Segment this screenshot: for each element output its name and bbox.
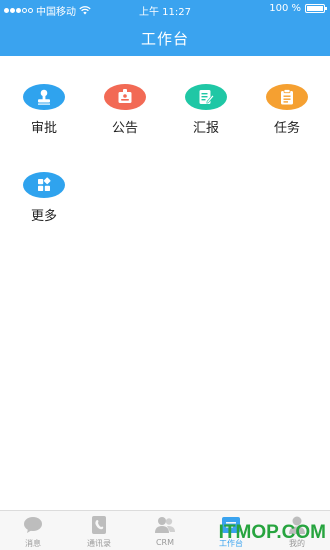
chat-icon [22, 514, 44, 536]
app-label: 审批 [30, 121, 57, 136]
tab-label: 消息 [25, 539, 41, 548]
app-label: 任务 [273, 121, 300, 136]
contacts-icon [88, 514, 110, 536]
crm-icon [154, 514, 176, 536]
app-label: 公告 [111, 121, 138, 136]
battery-icon [305, 4, 327, 13]
app-task[interactable]: 任务 [246, 56, 328, 136]
app-label: 汇报 [192, 121, 219, 136]
tab-messages[interactable]: 消息 [0, 511, 66, 550]
nav-bar: 工作台 [0, 18, 330, 56]
battery-group: 100 % [269, 3, 327, 14]
app-grid: 审批 公告 汇报 任务 更多 [0, 56, 330, 510]
page-title: 工作台 [140, 30, 189, 48]
tab-contacts[interactable]: 通讯录 [66, 511, 132, 550]
app-notice[interactable]: 公告 [84, 56, 166, 136]
watermark: ITMOP.COM [218, 522, 326, 543]
app-label: 更多 [30, 209, 57, 224]
more-icon [23, 172, 65, 198]
app-report[interactable]: 汇报 [165, 56, 247, 136]
app-approval[interactable]: 审批 [3, 56, 85, 136]
clipboard-icon [266, 84, 308, 110]
badge-icon [104, 84, 146, 110]
stamp-icon [23, 84, 65, 110]
tab-crm[interactable]: CRM [132, 511, 198, 550]
app-more[interactable]: 更多 [3, 144, 85, 224]
tab-label: 通讯录 [87, 539, 111, 548]
report-icon [185, 84, 227, 110]
tab-label: CRM [155, 538, 175, 547]
battery-percent: 100 % [269, 3, 301, 14]
status-bar: 中国移动 上午 11:27 100 % [0, 0, 330, 18]
